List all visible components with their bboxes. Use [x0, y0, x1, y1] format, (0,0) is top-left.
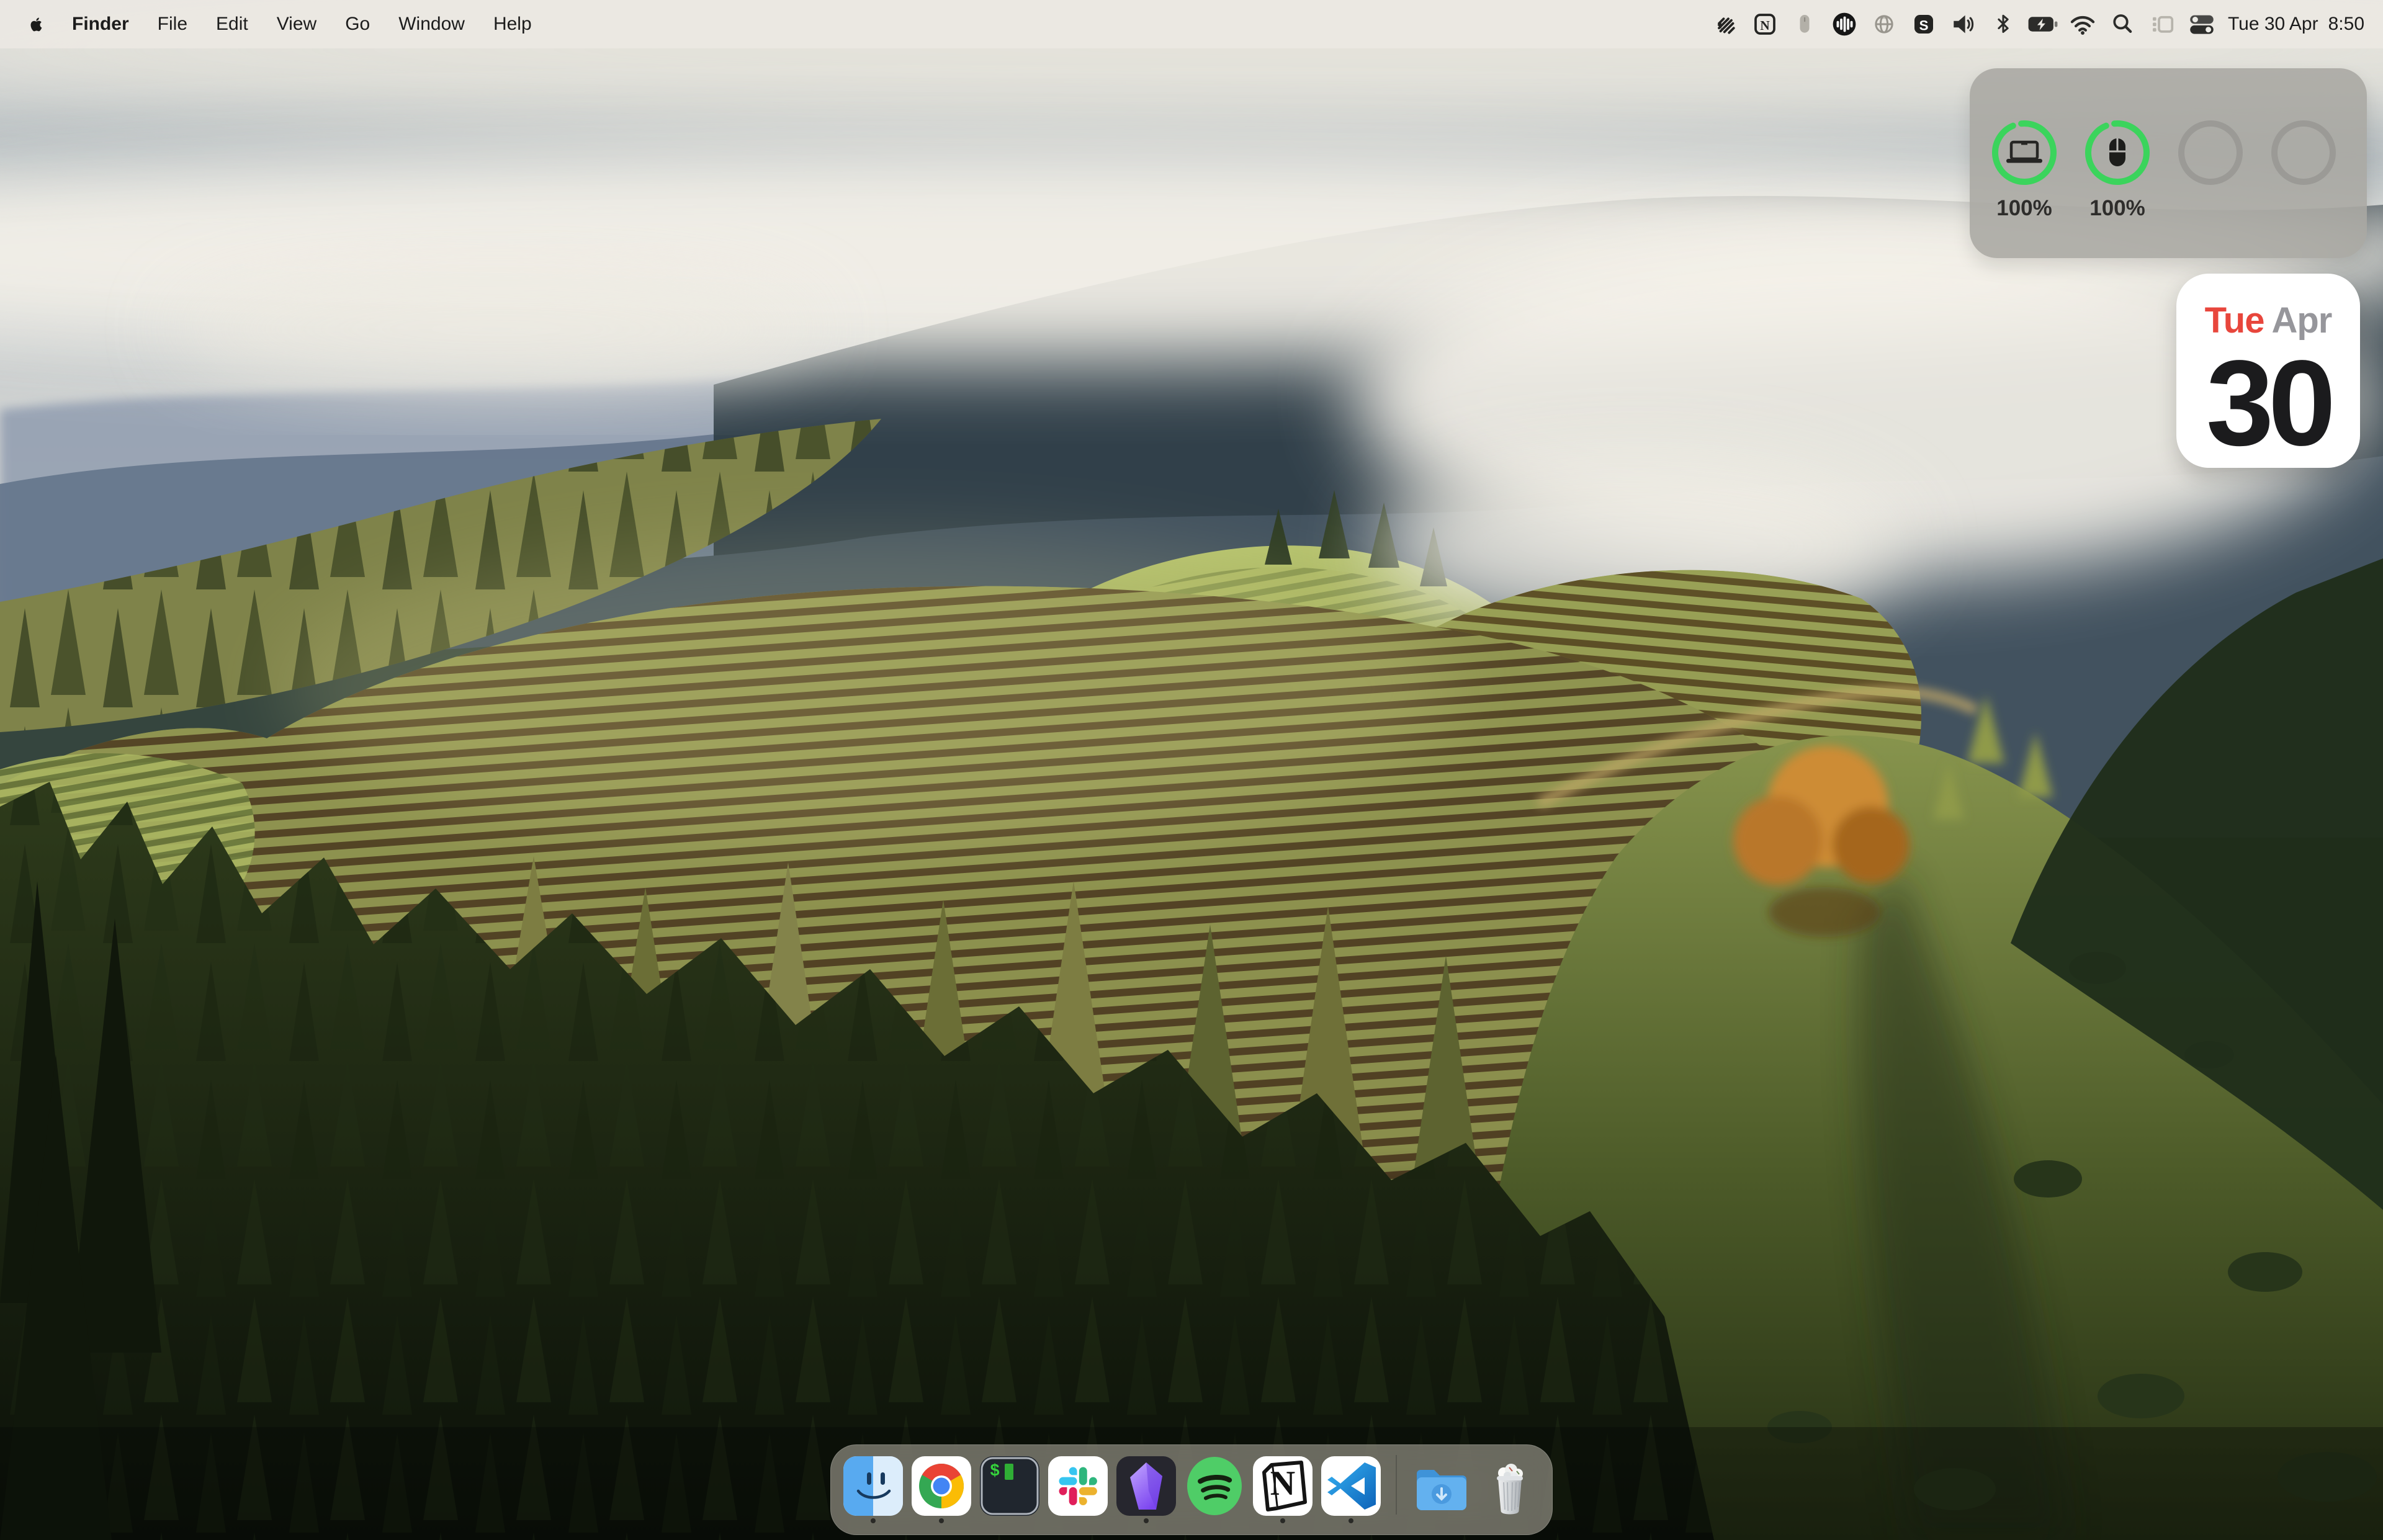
battery-charging-icon[interactable] — [2023, 0, 2063, 48]
krisp-waveform-icon[interactable] — [1824, 0, 1864, 48]
globe-icon[interactable] — [1864, 0, 1904, 48]
menu-go[interactable]: Go — [331, 14, 384, 35]
menu-window[interactable]: Window — [384, 14, 479, 35]
dock: $ — [830, 1444, 1553, 1535]
menu-clock[interactable]: Tue 30 Apr 8:50 — [2228, 14, 2364, 35]
battery-slots: 100% 100% — [1970, 68, 2367, 258]
trash-full-icon — [1480, 1456, 1540, 1516]
chrome-icon — [912, 1456, 971, 1516]
menu-help[interactable]: Help — [479, 14, 546, 35]
battery-slot-empty-2 — [2270, 119, 2337, 186]
notion-letter: N — [1253, 1464, 1313, 1503]
mouse-battery-ring — [2084, 119, 2151, 186]
battery-widget[interactable]: 100% 100% — [1970, 68, 2367, 258]
dock-item-chrome[interactable] — [912, 1455, 971, 1524]
notion-menubar-icon[interactable]: N — [1745, 0, 1785, 48]
rewind-striped-app-icon[interactable] — [1705, 0, 1745, 48]
mouse-icon — [2109, 138, 2125, 166]
menu-view[interactable]: View — [263, 14, 331, 35]
dock-item-downloads[interactable] — [1412, 1455, 1471, 1524]
s-app-icon[interactable]: S — [1904, 0, 1944, 48]
battery-slot-mouse: 100% — [2084, 119, 2151, 186]
laptop-icon — [2006, 142, 2042, 163]
magic-mouse-icon[interactable] — [1785, 0, 1824, 48]
dock-divider — [1396, 1455, 1397, 1515]
dock-item-obsidian[interactable] — [1116, 1455, 1176, 1524]
spotify-icon — [1185, 1456, 1244, 1516]
desktop: Finder File Edit View Go Window Help — [0, 0, 2383, 1540]
svg-text:N: N — [1760, 18, 1770, 33]
menu-bar-left: Finder File Edit View Go Window Help — [0, 14, 546, 35]
bluetooth-icon[interactable] — [1983, 0, 2023, 48]
wifi-icon[interactable] — [2063, 0, 2103, 48]
terminal-prompt: $ — [990, 1462, 1000, 1481]
dock-item-trash[interactable] — [1480, 1455, 1540, 1524]
slack-icon — [1048, 1456, 1108, 1516]
apple-logo-icon — [29, 14, 45, 34]
terminal-cursor — [1005, 1464, 1013, 1480]
obsidian-icon — [1116, 1456, 1176, 1516]
calendar-day: 30 — [2176, 342, 2360, 464]
laptop-battery-ring — [1991, 119, 2058, 186]
battery-slot-laptop: 100% — [1991, 119, 2058, 186]
laptop-battery-level: 100% — [1991, 196, 2058, 221]
running-indicator — [871, 1518, 876, 1523]
stage-manager-icon[interactable] — [2142, 0, 2182, 48]
menu-bar-status: N — [1705, 0, 2383, 48]
menu-file[interactable]: File — [143, 14, 202, 35]
dock-item-slack[interactable] — [1048, 1455, 1108, 1524]
battery-slot-empty-1 — [2177, 119, 2244, 186]
volume-icon[interactable] — [1944, 0, 1983, 48]
app-menu-finder[interactable]: Finder — [58, 14, 143, 35]
control-center-icon[interactable] — [2182, 0, 2222, 48]
dock-item-notion[interactable]: N — [1253, 1455, 1313, 1524]
dock-item-terminal[interactable]: $ — [980, 1455, 1039, 1524]
menu-bar: Finder File Edit View Go Window Help — [0, 0, 2383, 48]
apple-menu[interactable] — [29, 14, 45, 34]
spotlight-search-icon[interactable] — [2103, 0, 2142, 48]
dock-item-finder[interactable] — [843, 1455, 903, 1524]
svg-text:S: S — [1919, 17, 1928, 33]
vscode-icon — [1321, 1456, 1381, 1516]
finder-icon — [843, 1456, 903, 1516]
downloads-folder-icon — [1412, 1456, 1471, 1516]
mouse-battery-level: 100% — [2084, 196, 2151, 221]
running-indicator — [1144, 1518, 1149, 1523]
running-indicator — [939, 1518, 944, 1523]
running-indicator — [1349, 1518, 1353, 1523]
menu-edit[interactable]: Edit — [202, 14, 263, 35]
running-indicator — [1280, 1518, 1285, 1523]
clock-date: Tue 30 Apr — [2228, 14, 2318, 35]
calendar-widget[interactable]: TueApr 30 — [2176, 274, 2360, 468]
clock-time: 8:50 — [2328, 14, 2364, 35]
dock-item-spotify[interactable] — [1185, 1455, 1244, 1524]
dock-item-vscode[interactable] — [1321, 1455, 1381, 1524]
